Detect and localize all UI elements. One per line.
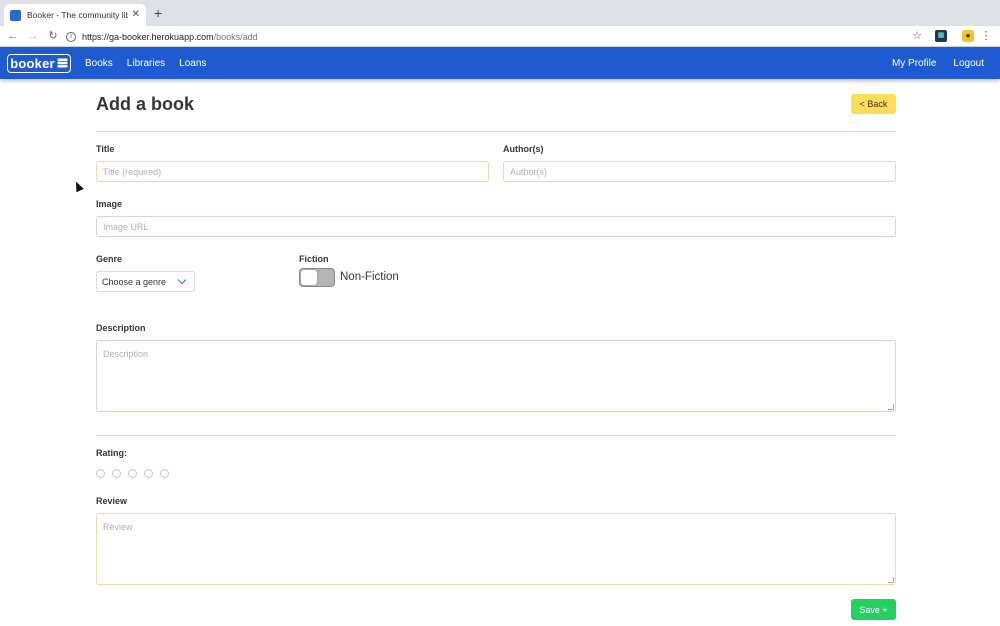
rating-star-2[interactable] xyxy=(112,469,121,478)
author-label: Author(s) xyxy=(503,144,544,154)
url-host: https://ga-booker.herokuapp.com xyxy=(82,31,214,42)
rating-stars xyxy=(96,469,176,478)
book-stack-icon xyxy=(57,58,68,68)
rating-star-5[interactable] xyxy=(160,469,169,478)
resize-handle-icon[interactable] xyxy=(888,577,894,583)
title-label: Title xyxy=(96,144,115,154)
extension-icon[interactable]: ▦ xyxy=(935,30,947,42)
fiction-label: Fiction xyxy=(299,254,329,264)
title-input[interactable]: Title (required) xyxy=(96,161,489,182)
description-placeholder: Description xyxy=(103,349,149,359)
save-button[interactable]: Save + xyxy=(851,599,896,620)
rating-star-4[interactable] xyxy=(144,469,153,478)
url-text: https://ga-booker.herokuapp.com/books/ad… xyxy=(82,32,258,42)
image-url-input[interactable]: Image URL xyxy=(96,216,896,237)
menu-kebab-icon[interactable]: ⋮ xyxy=(980,30,992,42)
nav-books[interactable]: Books xyxy=(85,58,113,69)
nav-my-profile[interactable]: My Profile xyxy=(892,58,936,69)
booker-favicon-icon xyxy=(10,9,21,21)
browser-tabstrip: Booker - The community librar ✕ + xyxy=(0,0,1000,26)
rating-label: Rating: xyxy=(96,448,127,458)
rating-star-1[interactable] xyxy=(96,469,105,478)
forward-arrow-icon[interactable]: → xyxy=(23,26,43,47)
genre-selected-value: Choose a genre xyxy=(102,276,167,287)
brand-logo[interactable]: booker xyxy=(7,53,71,73)
genre-label: Genre xyxy=(96,254,123,264)
star-bookmark-icon[interactable]: ☆ xyxy=(911,30,923,42)
back-button[interactable]: < Back xyxy=(851,94,896,114)
nav-logout[interactable]: Logout xyxy=(953,58,984,69)
browser-toolbar: ← → ↻ i https://ga-booker.herokuapp.com/… xyxy=(0,26,1000,47)
description-textarea[interactable]: Description xyxy=(96,340,896,412)
nav-loans[interactable]: Loans xyxy=(179,58,206,69)
url-path: /books/add xyxy=(213,31,258,42)
toggle-knob xyxy=(301,270,317,285)
author-input[interactable]: Author(s) xyxy=(503,161,896,182)
app-navbar: booker Books Libraries Loans My Profile … xyxy=(0,47,1000,79)
divider xyxy=(96,131,896,132)
image-label: Image xyxy=(96,199,123,209)
close-tab-icon[interactable]: ✕ xyxy=(132,10,140,20)
browser-tab[interactable]: Booker - The community librar ✕ xyxy=(4,4,146,26)
genre-select[interactable]: Choose a genre xyxy=(96,271,195,292)
fiction-toggle[interactable] xyxy=(299,268,335,287)
divider xyxy=(96,435,896,436)
rating-star-3[interactable] xyxy=(128,469,137,478)
nav-right: My Profile Logout xyxy=(875,47,984,79)
resize-handle-icon[interactable] xyxy=(888,404,894,410)
info-icon[interactable]: i xyxy=(66,31,76,42)
fiction-state-label: Non-Fiction xyxy=(340,271,399,283)
address-bar[interactable]: i https://ga-booker.herokuapp.com/books/… xyxy=(66,28,924,45)
chevron-down-icon xyxy=(177,275,187,285)
review-placeholder: Review xyxy=(103,522,133,532)
tab-title: Booker - The community librar xyxy=(27,10,128,20)
review-textarea[interactable]: Review xyxy=(96,513,896,585)
new-tab-icon[interactable]: + xyxy=(154,6,162,20)
mouse-cursor-icon xyxy=(72,179,84,193)
nav-libraries[interactable]: Libraries xyxy=(127,58,165,69)
back-arrow-icon[interactable]: ← xyxy=(3,26,23,47)
reload-icon[interactable]: ↻ xyxy=(43,26,63,47)
review-label: Review xyxy=(96,496,128,506)
brand-text: booker xyxy=(10,55,55,71)
description-label: Description xyxy=(96,323,146,333)
page-title: Add a book xyxy=(96,94,194,114)
extension-icon[interactable]: ● xyxy=(962,30,974,42)
